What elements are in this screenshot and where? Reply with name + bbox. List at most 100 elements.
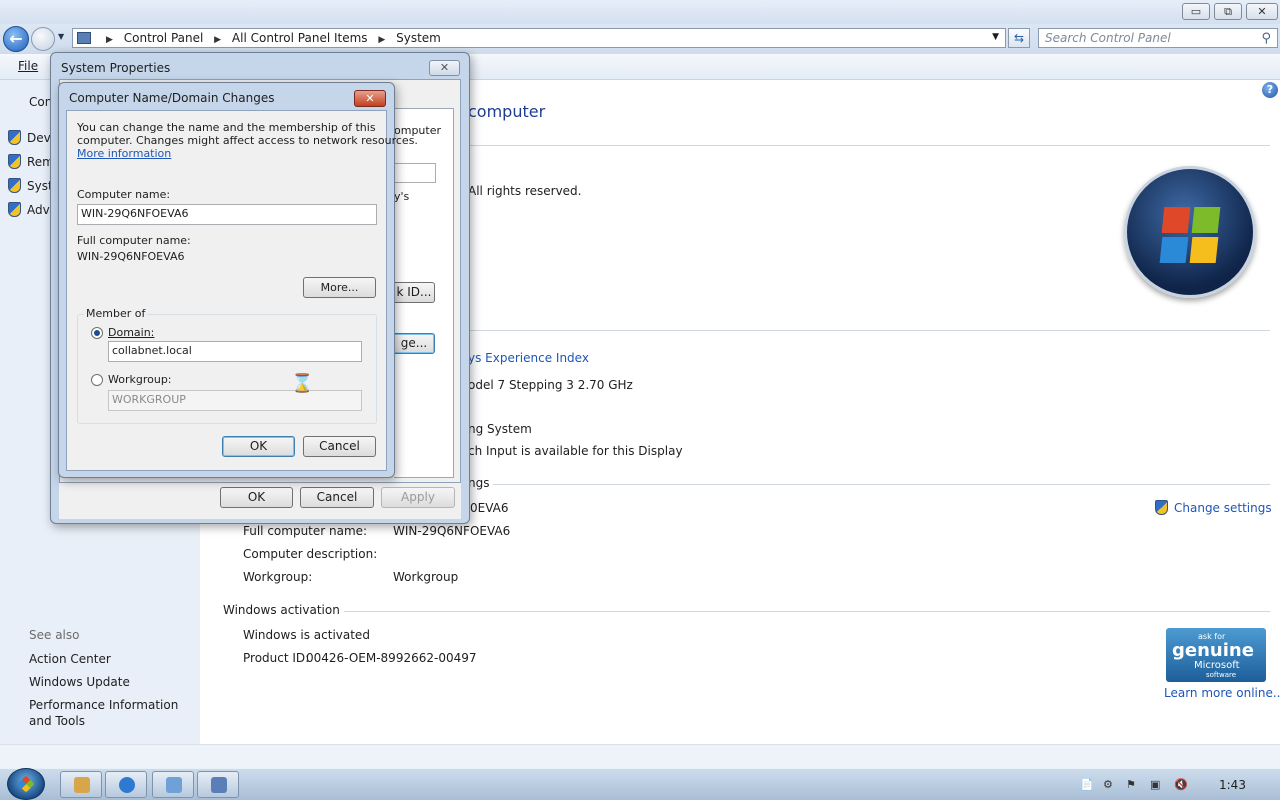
network-id-button[interactable]: k ID... — [394, 282, 435, 303]
domain-label: Domain: — [108, 326, 155, 339]
dialog-cancel-button[interactable]: Cancel — [303, 436, 376, 457]
address-bar[interactable]: ▶ Control Panel ▶ All Control Panel Item… — [72, 28, 1006, 48]
change-button[interactable]: ge... — [394, 333, 435, 354]
genuine-text: genuine — [1172, 640, 1254, 661]
computer-name-dialog-title: Computer Name/Domain Changes — [69, 91, 275, 105]
breadcrumb-separator[interactable]: ▶ — [106, 35, 113, 45]
divider — [470, 330, 1270, 331]
see-also-performance-info[interactable]: Performance Information and Tools — [29, 697, 194, 729]
taskbar-clock[interactable]: 1:43 — [1219, 778, 1246, 792]
windows-logo — [1124, 166, 1256, 298]
sidebar-task-system-protection[interactable]: Syst — [8, 178, 53, 193]
system-properties-cancel-button[interactable]: Cancel — [300, 487, 374, 508]
tray-network-icon[interactable]: ⚙ — [1103, 778, 1113, 791]
system-properties-ok-button[interactable]: OK — [220, 487, 293, 508]
window-titlebar: ▭ ⧉ ✕ — [0, 0, 1280, 24]
description-field[interactable] — [394, 163, 436, 183]
page-title: computer — [468, 102, 546, 121]
dialog-ok-button[interactable]: OK — [222, 436, 295, 457]
shield-icon — [8, 178, 21, 193]
full-computer-name-value: WIN-29Q6NFOEVA6 — [77, 250, 185, 263]
shield-icon — [8, 154, 21, 169]
chevron-down-icon[interactable]: ▼ — [992, 32, 999, 42]
forward-button[interactable] — [31, 27, 55, 51]
search-input[interactable]: Search Control Panel ⚲ — [1038, 28, 1278, 48]
tray-monitor-icon[interactable]: ▣ — [1150, 778, 1160, 791]
computer-name-dialog-close-button[interactable]: ✕ — [354, 90, 386, 107]
workgroup-label: Workgroup: — [108, 373, 172, 386]
domain-field[interactable]: collabnet.local — [108, 341, 362, 362]
control-panel-icon — [77, 32, 91, 44]
member-of-label: Member of — [84, 307, 148, 320]
refresh-button[interactable]: ⇆ — [1008, 28, 1030, 48]
processor-value: odel 7 Stepping 3 2.70 GHz — [468, 378, 633, 392]
computer-name-field[interactable]: WIN-29Q6NFOEVA6 — [77, 204, 377, 225]
system-properties-apply-button[interactable]: Apply — [381, 487, 455, 508]
back-button[interactable]: ← — [3, 26, 29, 52]
taskbar-network-button[interactable] — [152, 771, 194, 798]
computer-name-section-heading: ngs — [468, 476, 494, 490]
genuine-software-text: software — [1206, 671, 1237, 679]
status-strip — [0, 744, 1280, 768]
start-button[interactable] — [7, 768, 45, 800]
system-properties-close-button[interactable]: ✕ — [429, 60, 460, 76]
search-placeholder: Search Control Panel — [1045, 31, 1171, 45]
see-also-windows-update[interactable]: Windows Update — [29, 674, 194, 690]
breadcrumb-system[interactable]: System — [396, 31, 441, 45]
full-computer-name-label: Full computer name: — [77, 234, 191, 247]
more-information-link[interactable]: More information — [77, 147, 171, 160]
taskbar-ie-button[interactable] — [105, 771, 147, 798]
system-type-value: ng System — [468, 422, 532, 436]
taskbar-control-panel-button[interactable] — [197, 771, 239, 798]
see-also-action-center[interactable]: Action Center — [29, 651, 194, 667]
internet-explorer-icon — [119, 777, 135, 793]
folder-icon — [74, 777, 90, 793]
genuine-microsoft-badge[interactable]: ask for genuine Microsoft software — [1166, 628, 1266, 682]
computer-description-label: Computer description: — [243, 547, 378, 561]
minimize-button[interactable]: ▭ — [1182, 3, 1210, 20]
breadcrumb-separator[interactable]: ▶ — [378, 35, 385, 45]
experience-index-link[interactable]: ys Experience Index — [468, 351, 589, 365]
dialog-intro-line1: You can change the name and the membersh… — [77, 121, 376, 134]
hourglass-cursor-icon: ⌛ — [291, 373, 314, 394]
copyright-text: All rights reserved. — [468, 184, 582, 198]
recent-pages-dropdown[interactable]: ▼ — [58, 32, 64, 41]
product-id-label: Product ID: — [243, 651, 310, 665]
tray-document-icon[interactable]: 📄 — [1080, 778, 1094, 791]
back-arrow-icon: ← — [9, 29, 23, 48]
domain-radio[interactable] — [91, 327, 103, 339]
activation-section-heading: Windows activation — [223, 603, 344, 617]
tray-flag-icon[interactable]: ⚑ — [1126, 778, 1136, 791]
search-icon[interactable]: ⚲ — [1261, 31, 1271, 46]
divider — [330, 611, 1270, 612]
learn-more-link[interactable]: Learn more online... — [1164, 686, 1280, 700]
workgroup-field[interactable]: WORKGROUP — [108, 390, 362, 411]
computer-name-label: Computer name: — [77, 188, 171, 201]
system-properties-title: System Properties — [61, 61, 171, 75]
shield-icon — [8, 202, 21, 217]
logo-flag-red — [1161, 207, 1191, 233]
sidebar-task-device-manager[interactable]: Dev — [8, 130, 51, 145]
change-settings-link[interactable]: Change settings — [1155, 500, 1272, 515]
tray-volume-muted-icon[interactable]: 🔇 — [1174, 778, 1188, 791]
sidebar-heading[interactable]: Con — [29, 95, 52, 109]
pen-touch-value: ch Input is available for this Display — [468, 444, 683, 458]
breadcrumb-separator[interactable]: ▶ — [214, 35, 221, 45]
close-button[interactable]: ✕ — [1246, 3, 1278, 20]
breadcrumb-control-panel[interactable]: Control Panel — [124, 31, 204, 45]
sidebar-task-advanced-settings[interactable]: Adv — [8, 202, 50, 217]
full-computer-name-value: WIN-29Q6NFOEVA6 — [393, 524, 511, 538]
workgroup-radio[interactable] — [91, 374, 103, 386]
help-icon[interactable]: ? — [1262, 82, 1278, 98]
divider — [470, 484, 1270, 485]
more-button[interactable]: More... — [303, 277, 376, 298]
breadcrumb: ▶ Control Panel ▶ All Control Panel Item… — [99, 31, 441, 45]
control-panel-icon — [211, 777, 227, 793]
workgroup-label: Workgroup: — [243, 570, 313, 584]
monitor-icon — [166, 777, 182, 793]
sidebar-task-remote-settings[interactable]: Rem — [8, 154, 54, 169]
taskbar-explorer-button[interactable] — [60, 771, 102, 798]
menu-file[interactable]: File — [18, 59, 38, 73]
maximize-button[interactable]: ⧉ — [1214, 3, 1242, 20]
breadcrumb-all-items[interactable]: All Control Panel Items — [232, 31, 368, 45]
